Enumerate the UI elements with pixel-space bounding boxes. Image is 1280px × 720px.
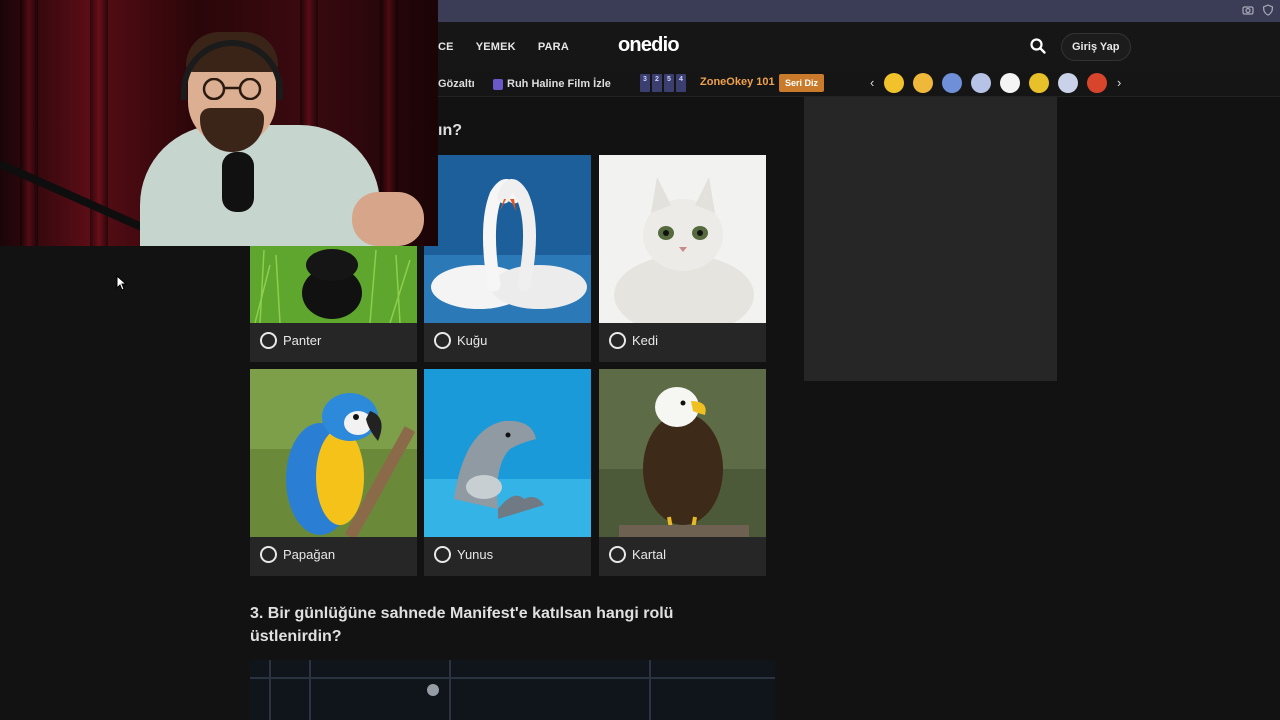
subnav-item-gozalti[interactable]: Gözaltı <box>438 76 475 92</box>
seri-number-tile: 5 <box>664 74 674 92</box>
seri-number-tile: 2 <box>652 74 662 92</box>
cat-photo <box>599 155 766 323</box>
swan-photo <box>424 155 591 323</box>
shield-icon[interactable] <box>1262 3 1274 16</box>
subnav-label: Ruh Haline Film İzle <box>507 78 611 90</box>
story-carousel <box>884 73 1107 93</box>
question-3-title: 3. Bir günlüğüne sahnede Manifest'e katı… <box>250 605 674 645</box>
story-avatar[interactable] <box>971 73 991 93</box>
camera-icon[interactable] <box>1242 3 1254 15</box>
seri-number-badges[interactable]: 3 2 5 4 <box>640 74 686 92</box>
story-avatar[interactable] <box>884 73 904 93</box>
seri-number-tile: 3 <box>640 74 650 92</box>
option-label: Kedi <box>632 333 659 348</box>
site-logo[interactable]: onedio <box>618 34 680 57</box>
seri-number-tile: 4 <box>676 74 686 92</box>
story-avatar[interactable] <box>1029 73 1049 93</box>
option-card-yunus[interactable]: Yunus <box>424 369 591 576</box>
story-avatar[interactable] <box>1058 73 1078 93</box>
option-card-kartal[interactable]: Kartal <box>599 369 766 576</box>
film-icon <box>493 78 503 90</box>
question-title: ın? <box>438 122 462 139</box>
option-label: Kuğu <box>457 333 488 348</box>
search-icon[interactable] <box>1029 37 1047 55</box>
radio-button[interactable] <box>260 546 277 563</box>
option-card-papagan[interactable]: Papağan <box>250 369 417 576</box>
nav-link-para[interactable]: PARA <box>538 41 569 53</box>
radio-button[interactable] <box>260 332 277 349</box>
option-label: Kartal <box>632 547 666 562</box>
option-label: Panter <box>283 333 322 348</box>
subnav-item-film[interactable]: Ruh Haline Film İzle <box>493 76 611 92</box>
zoneokey-link[interactable]: ZoneOkey 101 <box>700 76 775 88</box>
nav-link-ce[interactable]: CE <box>438 41 454 53</box>
radio-button[interactable] <box>609 332 626 349</box>
sidebar-ad-slot <box>804 97 1057 381</box>
mouse-cursor-icon <box>116 275 128 291</box>
radio-button[interactable] <box>434 332 451 349</box>
option-label: Yunus <box>457 547 494 562</box>
dolphin-photo <box>424 369 591 537</box>
login-button[interactable]: Giriş Yap <box>1061 33 1131 61</box>
story-avatar[interactable] <box>1087 73 1107 93</box>
chevron-left-icon[interactable]: ‹ <box>870 75 874 90</box>
stage-photo <box>250 660 775 720</box>
main-nav: CE YEMEK PARA <box>438 22 569 72</box>
nav-link-yemek[interactable]: YEMEK <box>476 41 516 53</box>
radio-button[interactable] <box>434 546 451 563</box>
option-label: Papağan <box>283 547 336 562</box>
story-avatar[interactable] <box>942 73 962 93</box>
eagle-photo <box>599 369 766 537</box>
seri-diz-button[interactable]: Seri Diz <box>779 74 825 92</box>
option-card-kugu[interactable]: Kuğu <box>424 155 591 362</box>
subnav-label: Gözaltı <box>438 78 475 90</box>
chevron-right-icon[interactable]: › <box>1117 75 1121 90</box>
radio-button[interactable] <box>609 546 626 563</box>
option-card-kedi[interactable]: Kedi <box>599 155 766 362</box>
story-avatar[interactable] <box>913 73 933 93</box>
parrot-photo <box>250 369 417 537</box>
story-avatar[interactable] <box>1000 73 1020 93</box>
webcam-overlay <box>0 0 438 246</box>
